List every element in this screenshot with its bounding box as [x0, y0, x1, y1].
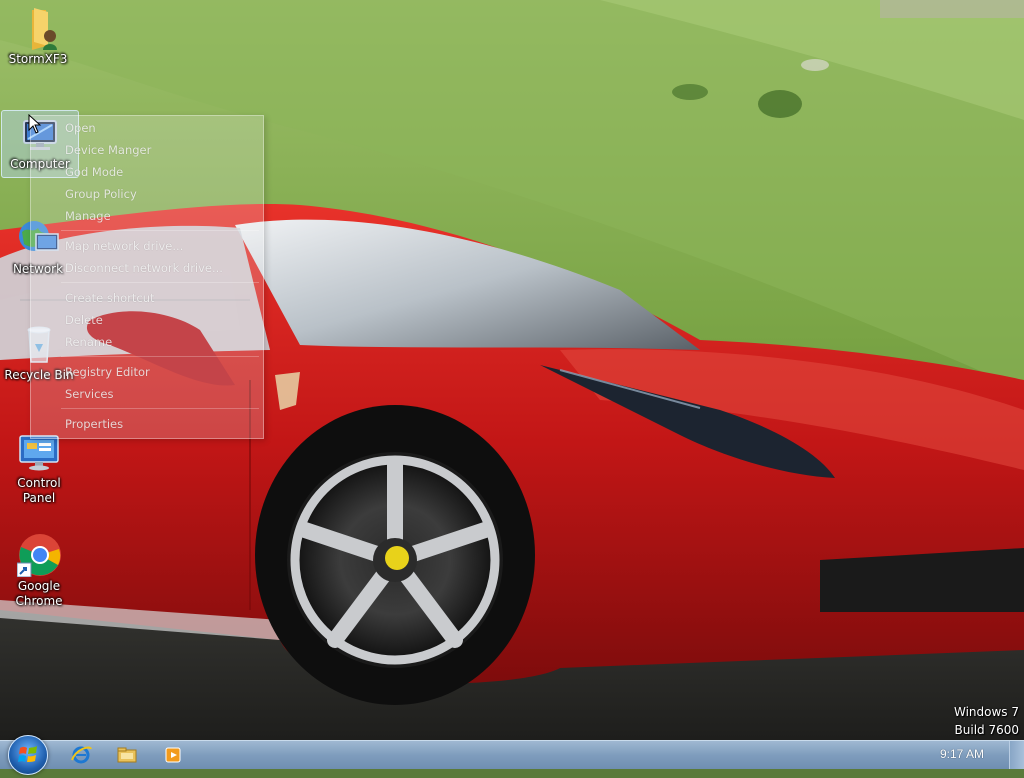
windows-logo-icon — [18, 746, 37, 762]
taskbar-windows-explorer[interactable] — [112, 743, 142, 767]
menu-item-delete[interactable]: Delete — [65, 313, 103, 327]
watermark-build: Build 7600 — [954, 723, 1019, 737]
internet-explorer-icon — [71, 746, 92, 764]
user-folder-icon — [16, 6, 60, 50]
menu-item-group-policy[interactable]: Group Policy — [65, 187, 137, 201]
menu-separator — [61, 282, 259, 283]
taskbar-clock[interactable]: 9:17 AM — [940, 747, 984, 761]
desktop-icon-control-panel[interactable]: Control Panel — [1, 430, 77, 506]
menu-item-map-network-drive[interactable]: Map network drive... — [65, 239, 183, 253]
taskbar-media-player[interactable] — [158, 743, 188, 767]
taskbar: 9:17 AM — [0, 735, 1024, 775]
taskbar-internet-explorer[interactable] — [66, 743, 96, 767]
start-button[interactable] — [8, 735, 48, 775]
desktop-icon-label: StormXF3 — [8, 52, 68, 66]
menu-item-properties[interactable]: Properties — [65, 417, 123, 431]
desktop-icon-google-chrome[interactable]: Google Chrome — [1, 533, 77, 609]
context-menu: Open Device Manger God Mode Group Policy… — [30, 115, 264, 439]
menu-separator — [61, 408, 259, 409]
windows-build-watermark: Windows 7 Build 7600 — [954, 703, 1019, 739]
menu-item-create-shortcut[interactable]: Create shortcut — [65, 291, 155, 305]
desktop-icon-user-folder[interactable]: StormXF3 — [0, 6, 76, 67]
menu-item-god-mode[interactable]: God Mode — [65, 165, 123, 179]
watermark-os: Windows 7 — [953, 705, 1019, 719]
menu-item-services[interactable]: Services — [65, 387, 114, 401]
menu-item-device-manager[interactable]: Device Manger — [65, 143, 151, 157]
show-desktop-button[interactable] — [1009, 741, 1024, 769]
menu-item-rename[interactable]: Rename — [65, 335, 112, 349]
menu-item-disconnect-network-drive[interactable]: Disconnect network drive... — [65, 261, 223, 275]
desktop-icon-label: Google Chrome — [15, 579, 63, 608]
menu-item-registry-editor[interactable]: Registry Editor — [65, 365, 150, 379]
mouse-cursor-icon — [28, 113, 42, 134]
chrome-icon — [16, 533, 61, 578]
media-player-icon — [165, 747, 181, 763]
menu-separator — [61, 356, 259, 357]
menu-item-open[interactable]: Open — [65, 121, 96, 135]
windows-explorer-icon — [117, 747, 137, 763]
menu-item-manage[interactable]: Manage — [65, 209, 111, 223]
desktop-icon-label: Control Panel — [17, 476, 61, 505]
menu-separator — [61, 230, 259, 231]
